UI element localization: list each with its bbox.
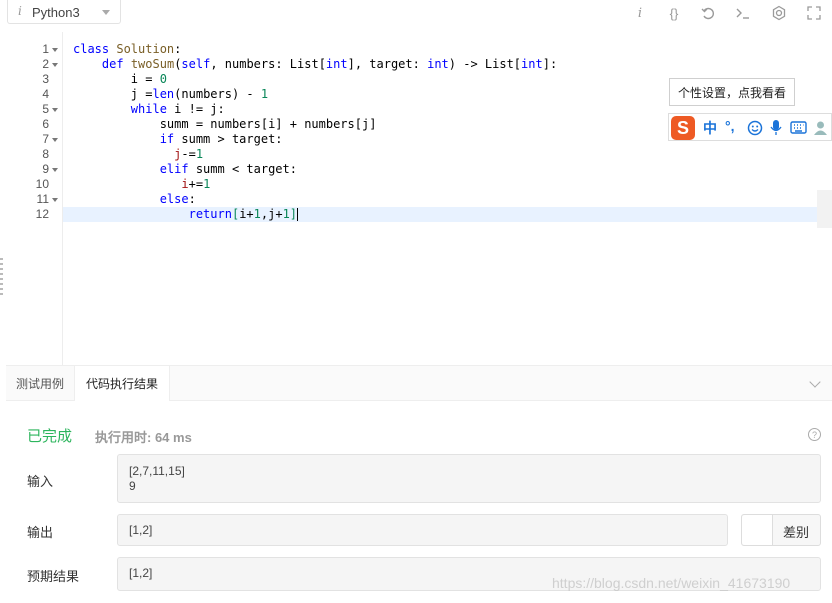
input-line-1: [2,7,11,15] (129, 464, 185, 478)
expected-value: [1,2] (129, 566, 153, 580)
diff-toggle[interactable]: 差别 (741, 514, 821, 546)
code-line-5[interactable]: while i != j: (73, 102, 225, 117)
line-number-10: 10 (6, 177, 62, 192)
help-icon[interactable]: ? (808, 428, 821, 441)
fold-arrow-icon[interactable] (52, 108, 58, 112)
watermark: https://blog.csdn.net/weixin_41673190 (552, 575, 791, 591)
diff-switch[interactable] (742, 515, 773, 545)
line-number-7: 7 (6, 132, 62, 147)
output-label: 输出 (27, 525, 54, 540)
code-line-1[interactable]: class Solution: (73, 42, 181, 57)
status-badge: 已完成 (27, 428, 73, 445)
input-box[interactable]: [2,7,11,15] 9 (117, 454, 821, 503)
output-value: [1,2] (129, 523, 153, 537)
code-line-11[interactable]: else: (73, 192, 196, 207)
ime-punctuation-toggle[interactable]: °, (725, 118, 735, 134)
skin-icon[interactable] (813, 120, 828, 139)
language-label: Python3 (32, 5, 80, 20)
line-number-text: 11 (36, 192, 49, 206)
sogou-logo-icon[interactable]: S (671, 116, 695, 140)
reset-icon[interactable] (699, 4, 717, 22)
info-icon[interactable]: i (631, 4, 649, 22)
line-number-2: 2 (6, 57, 62, 72)
result-tabs: 测试用例 代码执行结果 (6, 365, 832, 401)
code-line-2[interactable]: def twoSum(self, numbers: List[int], tar… (73, 57, 557, 72)
text-cursor (297, 208, 299, 221)
line-number-text: 4 (42, 87, 49, 101)
line-number-8: 8 (6, 147, 62, 162)
line-number-11: 11 (6, 192, 62, 207)
editor-toolbar: i Python3 i {} (0, 0, 832, 28)
line-number-1: 1 (6, 42, 62, 57)
line-number-text: 8 (42, 147, 49, 161)
microphone-icon[interactable] (770, 119, 782, 139)
ime-tooltip-text: 个性设置，点我看看 (677, 85, 786, 100)
line-number-text: 2 (42, 57, 49, 71)
line-number-5: 5 (6, 102, 62, 117)
keyboard-icon[interactable] (790, 121, 807, 137)
code-line-8[interactable]: j-=1 (73, 147, 203, 162)
info-icon: i (18, 4, 22, 18)
tab-run-result-label: 代码执行结果 (85, 377, 158, 391)
line-number-text: 9 (42, 162, 49, 176)
ime-mode-toggle[interactable]: 中 (703, 118, 717, 138)
fold-arrow-icon[interactable] (52, 198, 58, 202)
chevron-down-icon (102, 10, 110, 15)
line-number-6: 6 (6, 117, 62, 132)
chevron-down-icon[interactable] (809, 376, 821, 388)
fullscreen-icon[interactable] (805, 4, 823, 22)
fold-arrow-icon[interactable] (52, 63, 58, 67)
line-number-12: 12 (6, 207, 62, 222)
line-number-text: 10 (35, 177, 49, 191)
code-line-7[interactable]: if summ > target: (73, 132, 283, 147)
code-line-3[interactable]: i = 0 (73, 72, 167, 87)
emoji-icon[interactable] (747, 120, 763, 139)
code-line-10[interactable]: i+=1 (73, 177, 210, 192)
line-number-text: 6 (42, 117, 49, 131)
code-line-4[interactable]: j =len(numbers) - 1 (73, 87, 268, 102)
braces-icon[interactable]: {} (665, 4, 683, 22)
line-number-4: 4 (6, 87, 62, 102)
fold-arrow-icon[interactable] (52, 138, 58, 142)
result-panel: 已完成 执行用时: 64 ms ? 输入 [2,7,11,15] 9 输出 [1… (6, 401, 832, 603)
line-number-gutter: 1 2 3 4 5 6 7 8 9 10 11 12 (6, 32, 63, 365)
line-number-3: 3 (6, 72, 62, 87)
ime-settings-tooltip[interactable]: 个性设置，点我看看 (669, 78, 795, 106)
settings-icon[interactable] (770, 4, 788, 22)
tab-run-result[interactable]: 代码执行结果 (74, 366, 170, 401)
terminal-icon[interactable] (734, 4, 752, 22)
code-line-12[interactable]: return[i+1,j+1] (73, 207, 299, 222)
line-number-9: 9 (6, 162, 62, 177)
line-number-text: 7 (42, 132, 49, 146)
input-label: 输入 (27, 474, 54, 489)
line-number-text: 3 (42, 72, 49, 86)
ime-toolbar: S 中 °, (668, 113, 832, 141)
code-line-6[interactable]: summ = numbers[i] + numbers[j] (73, 117, 377, 132)
line-number-text: 5 (42, 102, 49, 116)
fold-arrow-icon[interactable] (52, 168, 58, 172)
output-box[interactable]: [1,2] (117, 514, 728, 546)
tab-testcase[interactable]: 测试用例 (6, 366, 74, 401)
code-line-9[interactable]: elif summ < target: (73, 162, 297, 177)
diff-label: 差别 (783, 525, 810, 540)
line-number-text: 12 (35, 207, 49, 221)
expected-label: 预期结果 (27, 569, 80, 584)
side-panel-tab[interactable] (817, 190, 832, 228)
tab-testcase-label: 测试用例 (15, 377, 64, 391)
runtime-label: 执行用时: 64 ms (95, 430, 192, 445)
line-number-text: 1 (42, 42, 49, 56)
language-select[interactable]: i Python3 (7, 0, 121, 24)
input-line-2: 9 (129, 479, 136, 493)
resize-handle[interactable] (0, 258, 3, 298)
fold-arrow-icon[interactable] (52, 48, 58, 52)
